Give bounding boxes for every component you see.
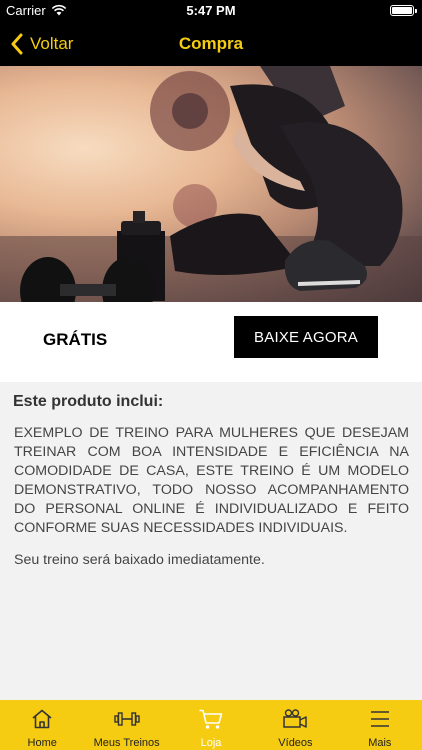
- tab-videos-label: Vídeos: [278, 737, 313, 749]
- tab-bar: Home Meus Treinos Loja Vídeos Mais: [0, 700, 422, 750]
- product-image: [0, 66, 422, 302]
- product-description: EXEMPLO DE TREINO PARA MULHERES QUE DESE…: [14, 425, 409, 536]
- tab-loja[interactable]: Loja: [169, 700, 253, 750]
- tab-loja-label: Loja: [200, 737, 222, 749]
- tab-meus-treinos-label: Meus Treinos: [93, 737, 160, 749]
- cart-icon: [199, 709, 223, 729]
- workout-photo: [0, 66, 422, 302]
- dumbbell-icon: [113, 712, 140, 726]
- status-bar: Carrier 5:47 PM: [0, 0, 422, 22]
- download-note: Seu treino será baixado imediatamente.: [14, 552, 265, 568]
- tab-videos[interactable]: Vídeos: [253, 700, 337, 750]
- clock: 5:47 PM: [186, 3, 236, 18]
- product-heading: Este produto inclui:: [13, 393, 164, 410]
- tab-meus-treinos[interactable]: Meus Treinos: [84, 700, 168, 750]
- purchase-row: GRÁTIS BAIXE AGORA: [0, 302, 422, 382]
- product-details: Este produto inclui: EXEMPLO DE TREINO P…: [0, 382, 422, 700]
- tab-home-label: Home: [27, 737, 57, 749]
- home-icon: [32, 709, 52, 729]
- page-title: Compra: [178, 34, 244, 53]
- tab-mais-label: Mais: [368, 737, 392, 749]
- tab-mais[interactable]: Mais: [338, 700, 422, 750]
- tab-home[interactable]: Home: [0, 700, 84, 750]
- navigation-bar: Voltar Compra: [0, 22, 422, 66]
- video-camera-icon: [283, 709, 308, 728]
- price-label: GRÁTIS: [43, 330, 108, 349]
- battery-icon: [390, 5, 417, 16]
- menu-icon: [370, 711, 389, 727]
- download-button[interactable]: BAIXE AGORA: [234, 316, 378, 358]
